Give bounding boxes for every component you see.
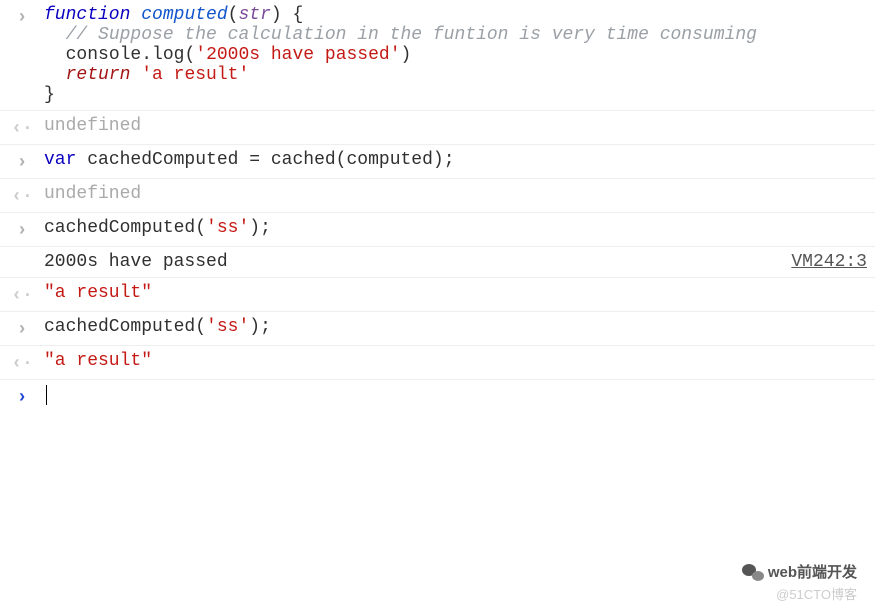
call-name: cachedComputed [44, 317, 195, 337]
chevron-right-icon: › [8, 5, 36, 28]
chevron-left-icon: ‹· [8, 184, 36, 207]
keyword-return: return [66, 65, 131, 85]
call-name: cached [271, 150, 336, 170]
console-obj: console [66, 45, 142, 65]
console-row-input[interactable]: › cachedComputed('ss'); [0, 213, 875, 247]
console-row-output[interactable]: ‹· undefined [0, 179, 875, 213]
code-input: var cachedComputed = cached(computed); [36, 150, 867, 170]
watermark: web前端开发 @51CTO博客 [742, 561, 857, 603]
code-input: cachedComputed('ss'); [36, 317, 867, 337]
console-row-output[interactable]: ‹· "a result" [0, 278, 875, 312]
console-row-output[interactable]: ‹· undefined [0, 111, 875, 145]
chevron-right-icon: › [8, 150, 36, 173]
log-arg: '2000s have passed' [195, 45, 400, 65]
cursor-icon [46, 385, 47, 405]
brace-close: } [44, 85, 55, 105]
output-undefined: undefined [36, 116, 867, 136]
output-undefined: undefined [36, 184, 867, 204]
call-name: cachedComputed [44, 218, 195, 238]
wechat-icon [742, 563, 764, 581]
call-arg: 'ss' [206, 218, 249, 238]
chevron-left-icon: ‹· [8, 351, 36, 374]
code-input: function computed(str) { // Suppose the … [36, 5, 867, 105]
console-row-input[interactable]: › cachedComputed('ss'); [0, 312, 875, 346]
log-output: 2000s have passed VM242:3 [36, 252, 867, 272]
var-name: cachedComputed [87, 150, 238, 170]
console-row-prompt[interactable]: › [0, 380, 875, 413]
console-row-output[interactable]: ‹· "a result" [0, 346, 875, 380]
console-row-input[interactable]: › function computed(str) { // Suppose th… [0, 0, 875, 111]
output-string: "a result" [36, 283, 867, 303]
blank-gutter [8, 252, 36, 255]
call-arg: computed [346, 150, 432, 170]
source-link[interactable]: VM242:3 [791, 252, 867, 272]
watermark-text1: web前端开发 [768, 561, 857, 582]
comment-text: // Suppose the calculation in the funtio… [66, 25, 757, 45]
function-name: computed [141, 5, 227, 25]
chevron-right-icon: › [8, 218, 36, 241]
keyword-var: var [44, 150, 76, 170]
param-name: str [238, 5, 270, 25]
console-row-input[interactable]: › var cachedComputed = cached(computed); [0, 145, 875, 179]
chevron-left-icon: ‹· [8, 116, 36, 139]
log-method: log [152, 45, 184, 65]
log-text: 2000s have passed [44, 252, 228, 272]
chevron-left-icon: ‹· [8, 283, 36, 306]
chevron-right-icon: › [8, 385, 36, 408]
code-input: cachedComputed('ss'); [36, 218, 867, 238]
watermark-line1: web前端开发 [742, 561, 857, 582]
active-input[interactable] [36, 385, 867, 406]
call-arg: 'ss' [206, 317, 249, 337]
chevron-right-icon: › [8, 317, 36, 340]
return-value: 'a result' [141, 65, 249, 85]
output-string: "a result" [36, 351, 867, 371]
watermark-line2: @51CTO博客 [742, 584, 857, 603]
console-row-log[interactable]: 2000s have passed VM242:3 [0, 247, 875, 278]
keyword-function: function [44, 5, 130, 25]
